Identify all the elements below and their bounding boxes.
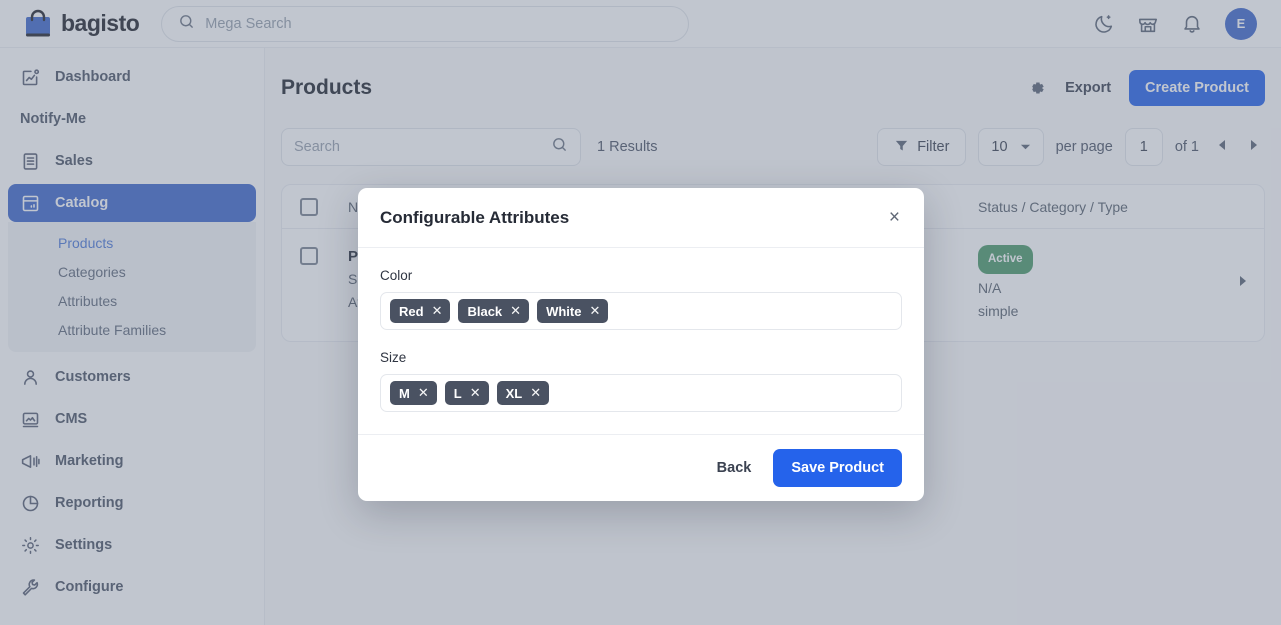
modal-title: Configurable Attributes (380, 208, 569, 228)
tag-label: Black (467, 304, 502, 319)
configurable-attributes-modal: Configurable Attributes × Color Red ✕ Bl… (358, 188, 924, 501)
tag-black[interactable]: Black ✕ (458, 299, 529, 323)
tag-red[interactable]: Red ✕ (390, 299, 450, 323)
color-tag-input[interactable]: Red ✕ Black ✕ White ✕ (380, 292, 902, 330)
tag-white[interactable]: White ✕ (537, 299, 608, 323)
tag-label: M (399, 386, 410, 401)
tag-label: L (454, 386, 462, 401)
field-color: Color Red ✕ Black ✕ White ✕ (380, 268, 902, 330)
tag-m[interactable]: M ✕ (390, 381, 437, 405)
tag-label: Red (399, 304, 424, 319)
remove-tag-icon[interactable]: ✕ (418, 385, 429, 401)
tag-label: White (546, 304, 581, 319)
tag-l[interactable]: L ✕ (445, 381, 489, 405)
modal-footer: Back Save Product (358, 434, 924, 501)
remove-tag-icon[interactable]: ✕ (432, 303, 443, 319)
modal-header: Configurable Attributes × (358, 188, 924, 248)
tag-label: XL (506, 386, 523, 401)
remove-tag-icon[interactable]: ✕ (589, 303, 600, 319)
tag-xl[interactable]: XL ✕ (497, 381, 550, 405)
close-icon[interactable]: × (887, 206, 902, 229)
modal-body: Color Red ✕ Black ✕ White ✕ Size (358, 248, 924, 434)
back-button[interactable]: Back (717, 460, 752, 476)
field-label-color: Color (380, 268, 902, 283)
size-tag-input[interactable]: M ✕ L ✕ XL ✕ (380, 374, 902, 412)
remove-tag-icon[interactable]: ✕ (470, 385, 481, 401)
field-label-size: Size (380, 350, 902, 365)
remove-tag-icon[interactable]: ✕ (530, 385, 541, 401)
remove-tag-icon[interactable]: ✕ (510, 303, 521, 319)
field-size: Size M ✕ L ✕ XL ✕ (380, 350, 902, 412)
save-product-button[interactable]: Save Product (773, 449, 902, 487)
